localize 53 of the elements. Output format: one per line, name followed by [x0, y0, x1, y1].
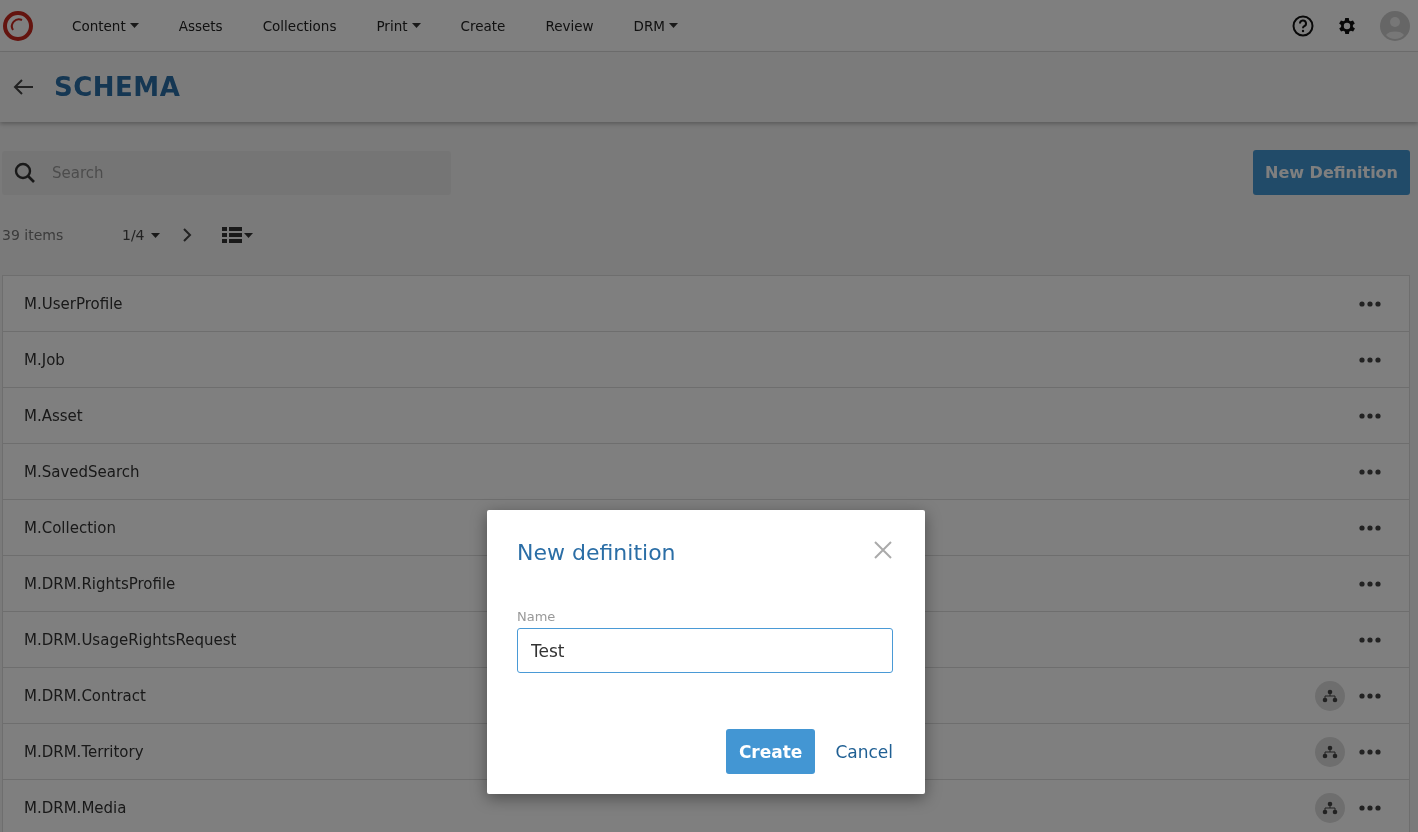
caret-icon	[150, 232, 160, 238]
definition-name: M.Collection	[24, 518, 116, 537]
more-icon[interactable]	[1359, 804, 1381, 811]
logo-icon[interactable]	[2, 9, 34, 42]
definition-name: M.Asset	[24, 406, 83, 425]
more-icon[interactable]	[1359, 412, 1381, 419]
back-arrow-icon[interactable]	[12, 78, 34, 96]
page-selector[interactable]: 1/4	[122, 227, 160, 243]
definition-name: M.Job	[24, 350, 65, 369]
hierarchy-icon	[1322, 800, 1338, 815]
definition-name: M.DRM.Contract	[24, 686, 146, 705]
definition-name: M.DRM.Territory	[24, 742, 144, 761]
next-page-button[interactable]	[181, 228, 192, 242]
nav-item[interactable]: Assets	[158, 17, 243, 34]
more-icon[interactable]	[1359, 468, 1381, 475]
help-icon[interactable]	[1292, 14, 1314, 37]
list-row[interactable]: M.UserProfile	[3, 276, 1409, 332]
hierarchy-button[interactable]	[1315, 680, 1345, 711]
more-icon[interactable]	[1359, 636, 1381, 643]
nav-item[interactable]: Create	[440, 17, 526, 34]
more-icon[interactable]	[1359, 748, 1381, 755]
list-row[interactable]: M.Asset	[3, 388, 1409, 444]
field-label: Name	[517, 609, 557, 624]
definition-name: M.DRM.UsageRightsRequest	[24, 630, 237, 649]
definition-name: M.UserProfile	[24, 294, 123, 313]
nav-item[interactable]: Print	[356, 17, 441, 34]
page-title: SCHEMA	[54, 72, 181, 102]
hierarchy-icon	[1322, 688, 1338, 703]
search-icon	[14, 161, 36, 184]
more-icon[interactable]	[1359, 692, 1381, 699]
nav-item[interactable]: Collections	[242, 17, 357, 34]
create-button[interactable]: Create	[725, 729, 816, 774]
list-row[interactable]: M.Job	[3, 332, 1409, 388]
hierarchy-icon	[1322, 744, 1338, 759]
view-mode-button[interactable]	[221, 227, 253, 243]
definition-name: M.DRM.Media	[24, 798, 127, 817]
list-row[interactable]: M.SavedSearch	[3, 444, 1409, 500]
nav-item[interactable]: Review	[525, 17, 614, 34]
nav-item[interactable]: DRM	[613, 17, 698, 34]
more-icon[interactable]	[1359, 356, 1381, 363]
caret-icon	[243, 232, 253, 238]
definition-name: M.DRM.RightsProfile	[24, 574, 176, 593]
name-field[interactable]: Test	[517, 628, 893, 673]
more-icon[interactable]	[1359, 580, 1381, 587]
hierarchy-button[interactable]	[1315, 792, 1345, 823]
more-icon[interactable]	[1359, 524, 1381, 531]
more-icon[interactable]	[1359, 300, 1381, 307]
item-count: 39 items	[2, 227, 65, 243]
new-definition-button[interactable]: New Definition	[1253, 150, 1410, 195]
hierarchy-button[interactable]	[1315, 736, 1345, 767]
nav-item[interactable]: Content	[52, 17, 159, 34]
cancel-button[interactable]: Cancel	[835, 729, 893, 774]
definition-name: M.SavedSearch	[24, 462, 140, 481]
